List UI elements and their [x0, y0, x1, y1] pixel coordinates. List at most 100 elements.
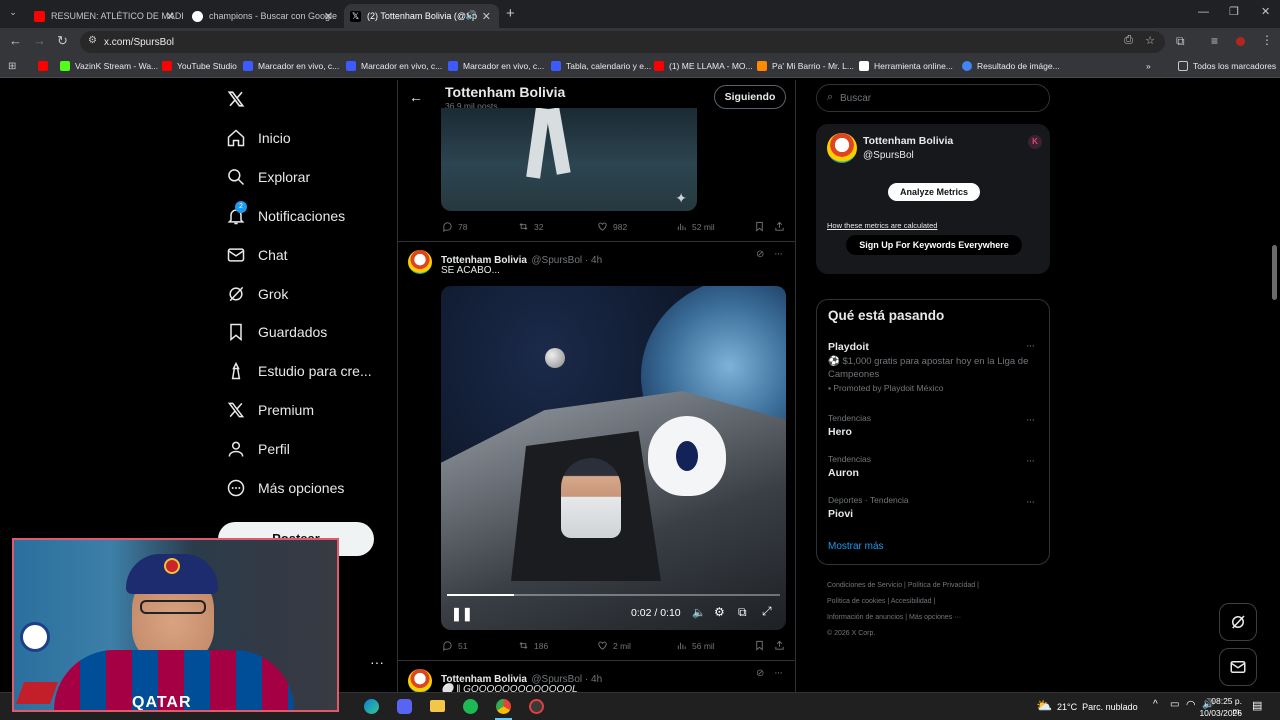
share-icon[interactable] — [774, 640, 785, 651]
sidebar-item-estudio[interactable]: Estudio para cre... — [226, 361, 372, 381]
apps-icon[interactable]: ⊞ — [8, 61, 16, 72]
reload-icon[interactable]: ↻ — [57, 33, 68, 49]
bookmark-item[interactable]: Marcador en vivo, c... — [448, 61, 544, 71]
all-bookmarks[interactable]: Todos los marcadores — [1178, 61, 1276, 71]
window-close-button[interactable]: ✕ — [1261, 5, 1270, 18]
sidebar-item-inicio[interactable]: Inicio — [226, 128, 291, 148]
share-icon[interactable] — [774, 221, 785, 232]
back-arrow-icon[interactable]: ← — [409, 89, 423, 105]
like-button[interactable]: 982 — [597, 221, 627, 232]
speaker-icon[interactable]: 🔊 — [466, 10, 477, 21]
more-options-icon[interactable]: ··· — [774, 248, 783, 260]
restore-button[interactable]: ❐ — [1229, 5, 1239, 18]
chevron-up-icon[interactable]: ^ — [1153, 699, 1158, 710]
following-button[interactable]: Siguiendo — [714, 85, 786, 109]
sidebar-item-guardados[interactable]: Guardados — [226, 322, 327, 342]
analyze-metrics-button[interactable]: Analyze Metrics — [888, 183, 980, 201]
avatar[interactable] — [408, 250, 432, 274]
bookmark-item[interactable] — [38, 61, 53, 71]
video-progress-track[interactable] — [447, 594, 780, 596]
footer-link[interactable]: Más opciones ··· — [909, 614, 961, 621]
url-field[interactable]: ⚙ x.com/SpursBol ⎙ ☆ — [80, 31, 1165, 53]
grok-icon[interactable]: ⊘ — [756, 668, 764, 679]
grok-floating-button[interactable] — [1219, 603, 1257, 641]
notification-center-icon[interactable]: ▤ — [1252, 699, 1262, 712]
bookmark-item[interactable]: YouTube Studio — [162, 61, 237, 71]
x-logo-icon[interactable] — [227, 90, 245, 108]
chevron-right-icon[interactable]: » — [1146, 61, 1151, 71]
chrome-icon[interactable] — [496, 699, 511, 714]
views-button[interactable]: 52 mil — [676, 221, 715, 232]
sign-up-button[interactable]: Sign Up For Keywords Everywhere — [846, 235, 1022, 255]
show-more-link[interactable]: Mostrar más — [828, 541, 884, 552]
new-tab-button[interactable]: + — [506, 5, 515, 22]
site-info-icon[interactable]: ⚙ — [88, 35, 97, 46]
trend-item[interactable]: Deportes · Tendencia Piovi — [828, 495, 909, 520]
like-button[interactable]: 2 mil — [597, 640, 631, 651]
bookmark-item[interactable]: Herramienta online... — [859, 61, 953, 71]
folder-icon[interactable] — [430, 700, 445, 712]
sidebar-item-notificaciones[interactable]: 2 Notificaciones — [226, 201, 345, 226]
footer-link[interactable]: Política de Privacidad — [908, 582, 975, 589]
footer-link[interactable]: Política de cookies — [827, 598, 885, 605]
close-icon[interactable]: ✕ — [482, 10, 491, 23]
weather-icon[interactable]: ⛅ — [1036, 698, 1052, 714]
sidebar-item-perfil[interactable]: Perfil — [226, 439, 290, 459]
scrollbar[interactable] — [1272, 245, 1277, 300]
promoted-trend[interactable]: Playdoit ⚽ $1,000 gratis para apostar ho… — [828, 341, 1040, 393]
bookmark-item[interactable]: (1) ME LLAMA - MO... — [654, 61, 753, 71]
bookmark-item[interactable]: Pa' Mi Barrio - Mr. L... — [757, 61, 854, 71]
tab-youtube[interactable]: RESUMEN: ATLÉTICO DE MADR ✕ — [28, 4, 183, 28]
sidebar-item-grok[interactable]: Grok — [226, 284, 288, 304]
search-box[interactable]: ⌕ Buscar — [816, 84, 1050, 112]
clock-date[interactable]: 10/03/2026 — [1197, 708, 1242, 718]
sidebar-item-chat[interactable]: Chat — [226, 245, 288, 265]
grok-icon[interactable]: ⊘ — [756, 249, 764, 260]
footer-link[interactable]: Accesibilidad — [891, 598, 932, 605]
video-player[interactable]: ❚❚ 0:02 / 0:10 🔈 ⚙ ⧉ ⤢ — [441, 286, 786, 630]
close-icon[interactable]: ✕ — [324, 10, 333, 23]
footer-link[interactable]: Información de anuncios — [827, 614, 903, 621]
trend-item[interactable]: Tendencias Hero — [828, 413, 871, 438]
volume-icon[interactable]: 🔈 — [692, 606, 706, 619]
tab-search-button[interactable]: ⌄ — [6, 7, 20, 21]
more-options-icon[interactable]: ··· — [774, 667, 783, 679]
reply-button[interactable]: 51 — [442, 640, 467, 651]
repost-button[interactable]: 32 — [518, 221, 543, 232]
settings-gear-icon[interactable]: ⚙ — [714, 605, 725, 619]
messages-floating-button[interactable] — [1219, 648, 1257, 686]
metrics-link[interactable]: How these metrics are calculated — [827, 221, 937, 230]
discord-icon[interactable] — [397, 699, 412, 714]
extensions-icon[interactable]: ⧉ — [1176, 34, 1185, 49]
footer-link[interactable]: Condiciones de Servicio — [827, 582, 902, 589]
repost-button[interactable]: 186 — [518, 640, 548, 651]
back-arrow-icon[interactable]: ← — [9, 33, 22, 48]
account-more-icon[interactable]: ··· — [370, 654, 384, 670]
install-icon[interactable]: ⎙ — [1124, 34, 1133, 47]
media-icon[interactable]: ≡ — [1211, 34, 1218, 48]
bookmark-item[interactable]: Marcador en vivo, c... — [243, 61, 339, 71]
picture-in-picture-icon[interactable]: ⧉ — [738, 605, 747, 620]
forward-arrow-icon[interactable]: → — [33, 33, 46, 48]
tab-x[interactable]: 𝕏 (2) Tottenham Bolivia (@Sp 🔊 ✕ — [344, 4, 499, 28]
more-options-icon[interactable]: ··· — [1026, 455, 1035, 467]
spotify-icon[interactable] — [463, 699, 478, 714]
more-options-icon[interactable]: ··· — [1026, 340, 1035, 352]
bookmark-item[interactable]: VazinK Stream - Wa... — [60, 61, 158, 71]
author-handle[interactable]: @SpursBol · 4h — [531, 255, 602, 266]
star-icon[interactable]: ☆ — [1145, 34, 1155, 47]
sidebar-item-explorar[interactable]: Explorar — [226, 167, 310, 187]
more-options-icon[interactable]: ··· — [1026, 414, 1035, 426]
reply-button[interactable]: 78 — [442, 221, 467, 232]
wifi-icon[interactable]: ◠ — [1186, 698, 1196, 711]
bookmark-icon[interactable] — [754, 221, 765, 232]
bookmark-item[interactable]: Resultado de imáge... — [962, 61, 1060, 71]
fullscreen-icon[interactable]: ⤢ — [762, 604, 772, 619]
minimize-button[interactable]: — — [1198, 6, 1209, 18]
trend-item[interactable]: Tendencias Auron — [828, 454, 871, 479]
tab-google[interactable]: champions - Buscar con Google ✕ — [186, 4, 341, 28]
edge-icon[interactable] — [364, 699, 379, 714]
weather-text[interactable]: 21°C Parc. nublado — [1057, 702, 1138, 712]
network-icon[interactable]: ▭ — [1170, 699, 1179, 710]
avatar[interactable] — [408, 669, 432, 692]
